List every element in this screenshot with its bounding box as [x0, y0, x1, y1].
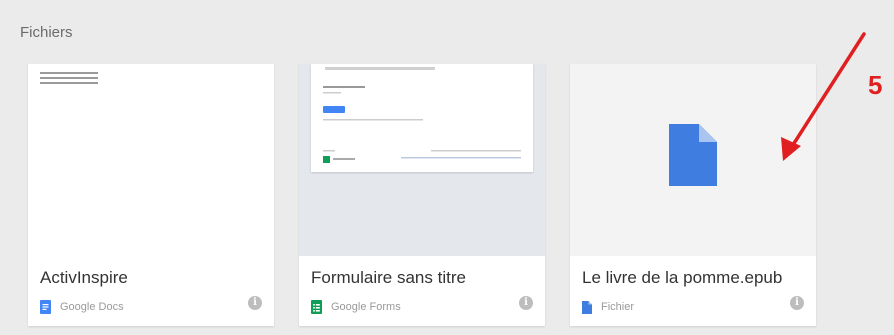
annotation-number: 5 [868, 70, 883, 100]
annotation-arrow [781, 32, 866, 161]
